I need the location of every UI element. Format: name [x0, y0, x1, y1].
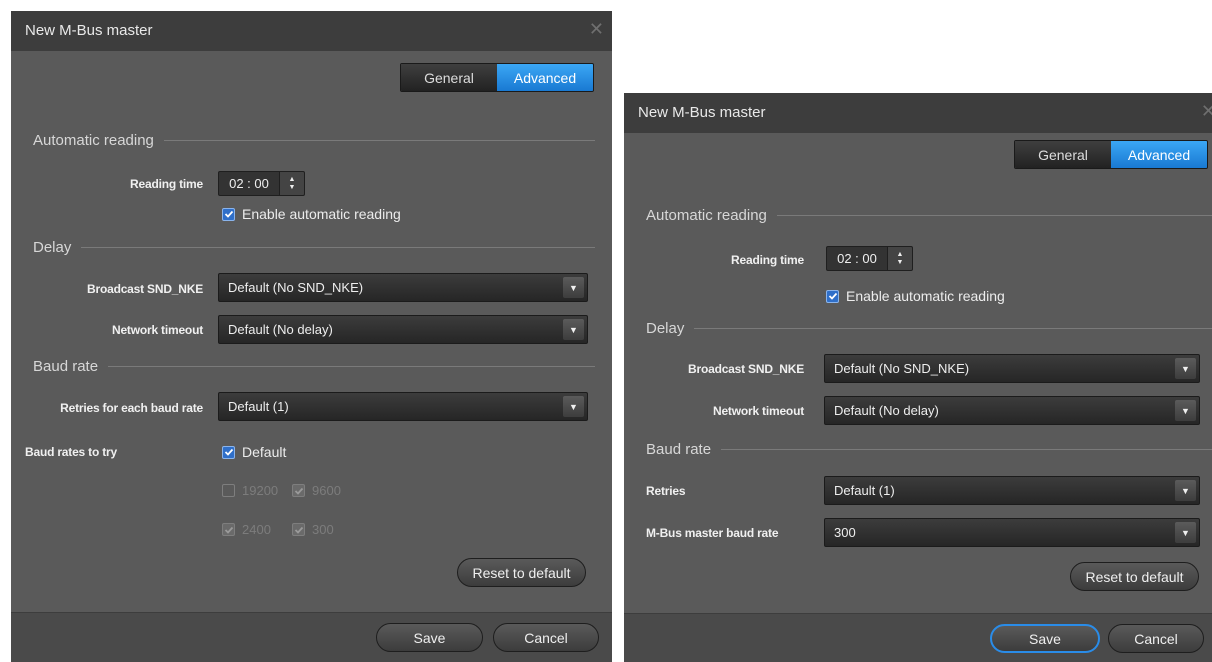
section-delay: Delay [33, 239, 595, 256]
save-button[interactable]: Save [990, 624, 1100, 653]
checkbox-label: 19200 [242, 483, 279, 498]
master-baud-rate-dropdown[interactable]: 300 ▼ [824, 518, 1200, 547]
tab-switcher: General Advanced [1014, 140, 1208, 169]
dialog-title: New M-Bus master [638, 104, 766, 121]
reading-time-value[interactable]: 02 : 00 [218, 171, 280, 196]
section-heading: Delay [646, 320, 685, 337]
dropdown-value: Default (No SND_NKE) [228, 280, 364, 295]
network-timeout-label: Network timeout [111, 323, 203, 337]
title-bar: New M-Bus master ✕ [624, 93, 1212, 133]
baud-9600-checkbox: 9600 [292, 483, 341, 498]
chevron-down-icon[interactable]: ▼ [1175, 358, 1196, 379]
dropdown-value: Default (No delay) [834, 403, 939, 418]
dialog-new-mbus-master-b: New M-Bus master ✕ General Advanced Auto… [624, 93, 1212, 662]
cancel-button[interactable]: Cancel [1108, 624, 1204, 653]
section-baud-rate: Baud rate [33, 358, 595, 375]
chevron-down-icon[interactable]: ▼ [1175, 480, 1196, 501]
section-automatic-reading: Automatic reading [33, 132, 595, 149]
checkmark-icon[interactable] [826, 289, 839, 303]
chevron-down-icon[interactable]: ▼ [1175, 400, 1196, 421]
tab-switcher: General Advanced [400, 63, 594, 92]
checkbox-label: 9600 [312, 483, 341, 498]
checkmark-icon [292, 523, 305, 536]
broadcast-snd-nke-dropdown[interactable]: Default (No SND_NKE) ▼ [824, 354, 1200, 383]
section-baud-rate: Baud rate [646, 441, 1212, 458]
baud-300-checkbox: 300 [292, 522, 334, 537]
baud-rates-to-try-label: Baud rates to try [25, 445, 117, 459]
section-heading: Automatic reading [33, 132, 154, 149]
checkmark-icon [222, 523, 235, 536]
section-heading: Baud rate [33, 358, 99, 375]
reading-time-spinner[interactable]: 02 : 00 ▲ ▼ [826, 246, 913, 271]
retries-label: Retries [646, 484, 686, 498]
dialog-title: New M-Bus master [25, 22, 153, 39]
reset-to-default-button[interactable]: Reset to default [1070, 562, 1199, 591]
tab-advanced[interactable]: Advanced [1111, 141, 1207, 168]
checkbox-label: 300 [312, 522, 334, 537]
dropdown-value: Default (1) [228, 399, 289, 414]
dropdown-value: Default (No delay) [228, 322, 333, 337]
close-icon[interactable]: ✕ [589, 19, 604, 40]
broadcast-snd-nke-label: Broadcast SND_NKE [688, 362, 804, 376]
checkbox-label: Enable automatic reading [846, 288, 1005, 304]
chevron-down-icon[interactable]: ▼ [563, 396, 584, 417]
dialog-footer: Save Cancel [11, 612, 612, 662]
dialog-footer: Save Cancel [624, 613, 1212, 662]
reading-time-value[interactable]: 02 : 00 [826, 246, 888, 271]
reading-time-spinner[interactable]: 02 : 00 ▲ ▼ [218, 171, 305, 196]
master-baud-rate-label: M-Bus master baud rate [646, 526, 779, 540]
network-timeout-label: Network timeout [712, 404, 804, 418]
section-automatic-reading: Automatic reading [646, 207, 1212, 224]
checkbox-label: 2400 [242, 522, 271, 537]
reading-time-label: Reading time [731, 253, 804, 267]
checkmark-icon[interactable] [222, 207, 235, 221]
retries-dropdown[interactable]: Default (1) ▼ [218, 392, 588, 421]
checkbox-label: Default [242, 444, 287, 460]
baud-default-checkbox[interactable]: Default [222, 444, 286, 460]
network-timeout-dropdown[interactable]: Default (No delay) ▼ [824, 396, 1200, 425]
dropdown-value: 300 [834, 525, 856, 540]
save-button[interactable]: Save [376, 623, 483, 652]
network-timeout-dropdown[interactable]: Default (No delay) ▼ [218, 315, 588, 344]
section-heading: Baud rate [646, 441, 712, 458]
broadcast-snd-nke-label: Broadcast SND_NKE [87, 282, 203, 296]
checkmark-icon[interactable] [222, 445, 235, 459]
chevron-down-icon[interactable]: ▼ [1175, 522, 1196, 543]
section-heading: Delay [33, 239, 72, 256]
retries-dropdown[interactable]: Default (1) ▼ [824, 476, 1200, 505]
section-heading: Automatic reading [646, 207, 767, 224]
tab-advanced[interactable]: Advanced [497, 64, 593, 91]
retries-label: Retries for each baud rate [60, 401, 203, 415]
cancel-button[interactable]: Cancel [493, 623, 599, 652]
checkbox-box [222, 484, 235, 497]
spinner-arrows-icon[interactable]: ▲ ▼ [280, 171, 305, 196]
chevron-down-icon[interactable]: ▼ [563, 277, 584, 298]
close-icon[interactable]: ✕ [1201, 101, 1212, 122]
reset-to-default-button[interactable]: Reset to default [457, 558, 586, 587]
enable-automatic-reading-checkbox[interactable]: Enable automatic reading [222, 206, 401, 222]
spinner-arrows-icon[interactable]: ▲ ▼ [888, 246, 913, 271]
tab-general[interactable]: General [401, 64, 497, 91]
baud-19200-checkbox: 19200 [222, 483, 278, 498]
reading-time-label: Reading time [130, 177, 203, 191]
checkbox-label: Enable automatic reading [242, 206, 401, 222]
title-bar: New M-Bus master ✕ [11, 11, 612, 51]
enable-automatic-reading-checkbox[interactable]: Enable automatic reading [826, 288, 1005, 304]
dropdown-value: Default (1) [834, 483, 895, 498]
broadcast-snd-nke-dropdown[interactable]: Default (No SND_NKE) ▼ [218, 273, 588, 302]
checkmark-icon [292, 484, 305, 497]
baud-2400-checkbox: 2400 [222, 522, 271, 537]
section-delay: Delay [646, 320, 1212, 337]
tab-general[interactable]: General [1015, 141, 1111, 168]
dropdown-value: Default (No SND_NKE) [834, 361, 970, 376]
chevron-down-icon[interactable]: ▼ [563, 319, 584, 340]
dialog-new-mbus-master-a: New M-Bus master ✕ General Advanced Auto… [11, 11, 612, 662]
